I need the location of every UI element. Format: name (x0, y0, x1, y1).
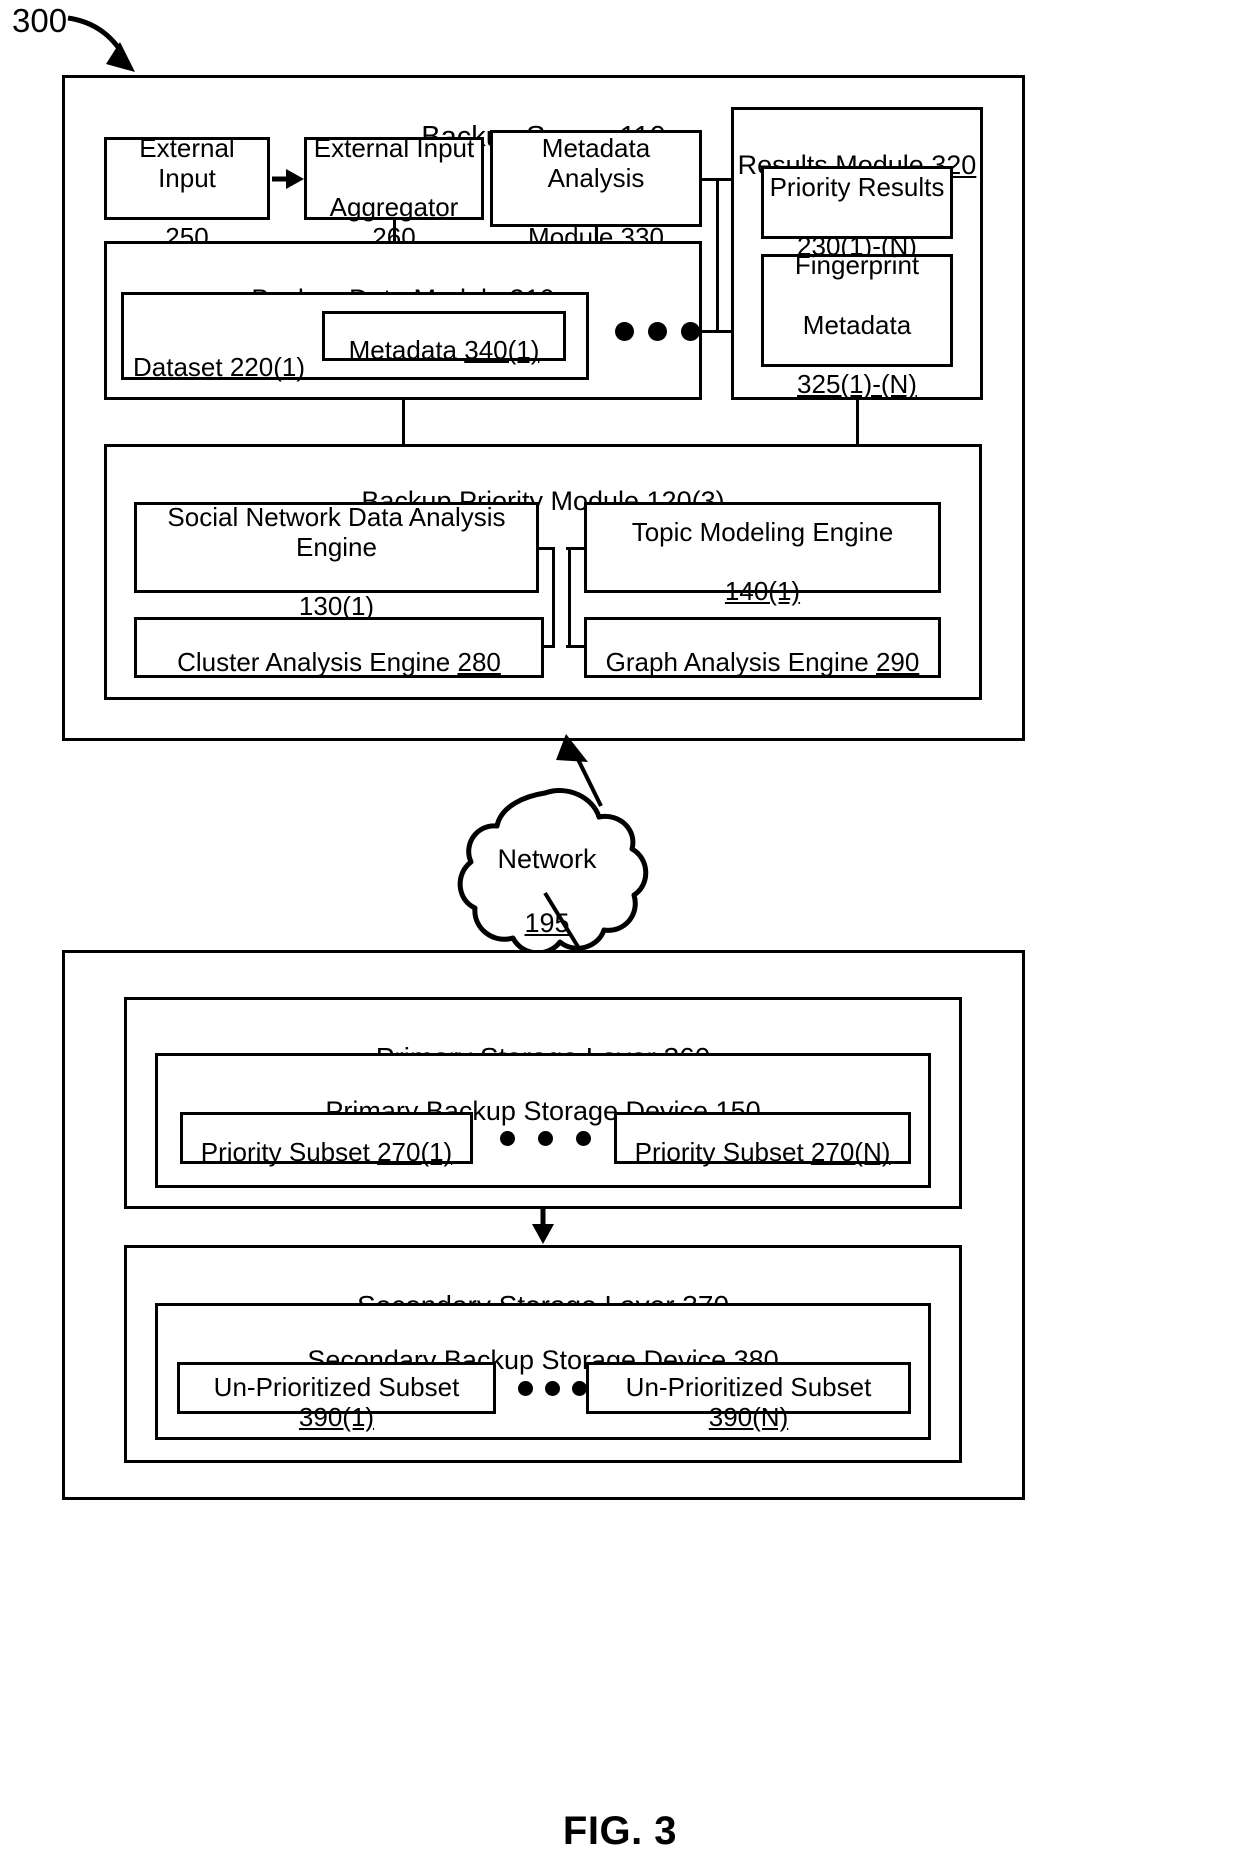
metadata-340-box: Metadata 340(1) (322, 311, 566, 365)
connector-aggregator-down (393, 220, 396, 243)
priority-subset-first-box: Priority Subset 270(1) (180, 1112, 473, 1167)
cluster-analysis-engine-box: Cluster Analysis Engine 280 (134, 617, 544, 678)
figure-caption: FIG. 3 (562, 1809, 678, 1853)
network-ref: 195 (524, 907, 570, 938)
unprioritized-subset-last-label: Un-Prioritized Subset (625, 1372, 872, 1403)
priority-subset-first-ref: 270(1) (377, 1137, 453, 1167)
unprioritized-subset-first-ref: 390(1) (298, 1401, 375, 1432)
aggregator-line1: External Input (313, 132, 475, 163)
figure-reference-number: 300 (12, 2, 68, 39)
external-input-aggregator-box: External Input Aggregator 260 (304, 133, 484, 252)
external-input-box: External Input 250 (104, 133, 270, 252)
unprioritized-subset-last-ref: 390(N) (708, 1401, 789, 1432)
priority-results-label: Priority Results (769, 171, 945, 202)
connector-results-vertical (716, 178, 719, 333)
topic-modeling-engine-box: Topic Modeling Engine 140(1) (584, 502, 941, 606)
unprioritized-subset-first-box: Un-Prioritized Subset 390(1) (177, 1362, 496, 1432)
cluster-analysis-engine-ref: 280 (457, 646, 501, 677)
cluster-analysis-engine-label: Cluster Analysis Engine (177, 646, 458, 677)
priority-subset-last-ref: 270(N) (810, 1137, 891, 1167)
priority-subset-first-label: Priority Subset (200, 1137, 378, 1167)
graph-analysis-engine-ref: 290 (875, 646, 920, 677)
fingerprint-metadata-box: Fingerprint Metadata 325(1)-(N) (761, 250, 953, 399)
unprioritized-subset-last-box: Un-Prioritized Subset 390(N) (586, 1362, 911, 1432)
connector-backupdata-to-priority (402, 400, 405, 444)
external-input-label: External Input (139, 132, 235, 193)
social-network-engine-box: Social Network Data Analysis Engine 130(… (134, 501, 539, 621)
engine-bus-connector-cluster (544, 645, 555, 648)
metadata-analysis-module-box: Metadata Analysis Module 330 (490, 130, 702, 252)
dataset-label-text: Dataset (133, 351, 230, 382)
topic-modeling-engine-ref: 140(1) (724, 576, 801, 607)
patent-figure-300: 300 Backup Server 110 External Input 250… (0, 0, 1240, 1876)
engine-bus-connector-social (539, 547, 555, 550)
secondary-device-ellipsis (518, 1381, 587, 1396)
fingerprint-metadata-ref: 325(1)-(N) (797, 369, 917, 400)
engine-bus-left (552, 547, 555, 648)
network-cloud-label: Network 195 (462, 812, 632, 939)
network-label-text: Network (497, 843, 597, 874)
metadata-340-label: Metadata (348, 335, 465, 365)
backup-data-module-ellipsis (615, 322, 700, 341)
engine-bus-right (568, 547, 571, 648)
graph-analysis-engine-box: Graph Analysis Engine 290 (584, 617, 941, 678)
dataset-ref: 220(1) (229, 351, 305, 382)
unprioritized-subset-first-label: Un-Prioritized Subset (213, 1372, 460, 1403)
graph-analysis-engine-label: Graph Analysis Engine (605, 646, 876, 677)
metadata-analysis-line1: Metadata Analysis (541, 132, 651, 193)
metadata-340-ref: 340(1) (464, 335, 540, 365)
connector-results-to-priority (856, 400, 859, 444)
fingerprint-metadata-line1: Fingerprint (794, 249, 920, 280)
dataset-label: Dataset 220(1) (133, 321, 318, 382)
priority-subset-last-box: Priority Subset 270(N) (614, 1112, 911, 1167)
social-network-engine-label: Social Network Data Analysis Engine (167, 501, 506, 562)
priority-subset-last-label: Priority Subset (634, 1137, 811, 1167)
aggregator-line2: Aggregator (329, 192, 459, 223)
topic-modeling-engine-label: Topic Modeling Engine (631, 516, 894, 547)
primary-device-ellipsis (500, 1131, 591, 1146)
fingerprint-metadata-line2: Metadata (802, 309, 912, 340)
connector-metadata-analysis-down (595, 227, 598, 243)
engine-bus-connector-graph (566, 645, 585, 648)
engine-bus-connector-topic (566, 547, 585, 550)
